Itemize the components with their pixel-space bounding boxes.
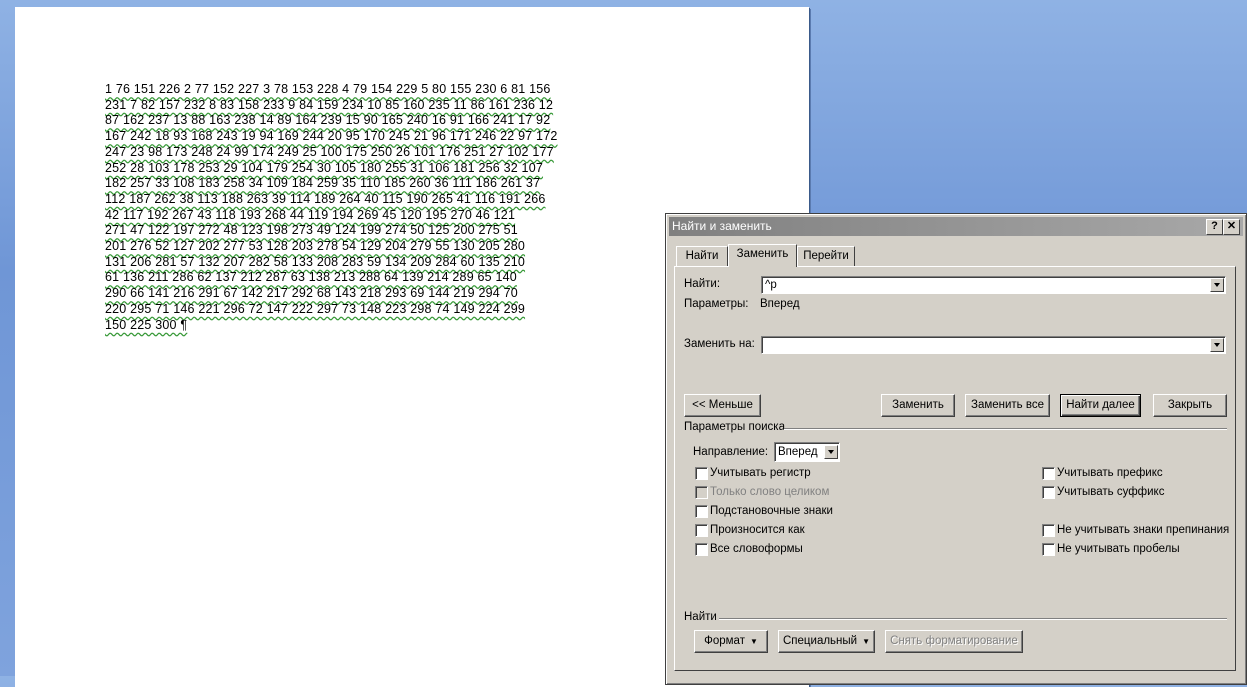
dropdown-arrow-icon: ▼: [749, 637, 758, 646]
tab-goto[interactable]: Перейти: [797, 246, 855, 267]
document-line[interactable]: 112 187 262 38 113 188 263 39 114 189 26…: [105, 192, 729, 208]
replace-input[interactable]: [761, 336, 1226, 354]
document-line[interactable]: 247 23 98 173 248 24 99 174 249 25 100 1…: [105, 145, 729, 161]
ignore-punctuation-checkbox[interactable]: [1042, 524, 1055, 537]
document-line-text: 131 206 281 57 132 207 282 58 133 208 28…: [105, 254, 526, 269]
direction-value: Вперед: [778, 446, 818, 458]
document-line[interactable]: 182 257 33 108 183 258 34 109 184 259 35…: [105, 176, 729, 192]
document-line[interactable]: 150 225 300 ¶: [105, 318, 729, 334]
replace-label: Заменить на:: [684, 338, 755, 350]
document-text[interactable]: 1 76 151 226 2 77 152 227 3 78 153 228 4…: [105, 82, 729, 333]
divider: [784, 428, 1227, 430]
params-label: Параметры:: [684, 298, 749, 310]
clear-formatting-button: Снять форматирование: [885, 630, 1023, 653]
document-line[interactable]: 231 7 82 157 232 8 83 158 233 9 84 159 2…: [105, 98, 729, 114]
document-line-text: 271 47 122 197 272 48 123 198 273 49 124…: [105, 223, 518, 238]
find-replace-dialog: Найти и заменить ? ✕ Найти Заменить Пере…: [665, 213, 1247, 685]
match-prefix-label[interactable]: Учитывать префикс: [1057, 467, 1163, 479]
sounds-like-label[interactable]: Произносится как: [710, 524, 805, 536]
chevron-down-icon[interactable]: [1210, 278, 1224, 292]
document-line-text: 231 7 82 157 232 8 83 158 233 9 84 159 2…: [105, 97, 554, 112]
document-line-text: 201 276 52 127 202 277 53 128 203 278 54…: [105, 239, 526, 254]
find-section-title: Найти: [684, 611, 717, 623]
match-case-checkbox[interactable]: [695, 467, 708, 480]
match-prefix-checkbox[interactable]: [1042, 467, 1055, 480]
document-line[interactable]: 1 76 151 226 2 77 152 227 3 78 153 228 4…: [105, 82, 729, 98]
match-suffix-checkbox[interactable]: [1042, 486, 1055, 499]
format-button[interactable]: Формат ▼: [694, 630, 768, 653]
less-button[interactable]: << Меньше: [684, 394, 761, 417]
special-button[interactable]: Специальный ▼: [778, 630, 875, 653]
ignore-whitespace-checkbox[interactable]: [1042, 543, 1055, 556]
document-line[interactable]: 87 162 237 13 88 163 238 14 89 164 239 1…: [105, 113, 729, 129]
close-button[interactable]: Закрыть: [1153, 394, 1227, 417]
word-forms-checkbox[interactable]: [695, 543, 708, 556]
ignore-whitespace-label[interactable]: Не учитывать пробелы: [1057, 543, 1180, 555]
document-line-text: 150 225 300 ¶: [105, 317, 188, 332]
find-input-value: ^p: [765, 279, 777, 291]
document-line-text: 112 187 262 38 113 188 263 39 114 189 26…: [105, 191, 546, 206]
tab-replace[interactable]: Заменить: [728, 244, 797, 267]
direction-label: Направление:: [693, 446, 769, 458]
dialog-title: Найти и заменить: [672, 219, 772, 233]
dropdown-arrow-icon: ▼: [862, 637, 870, 646]
chevron-down-icon[interactable]: [1210, 338, 1224, 352]
chevron-down-icon[interactable]: [824, 445, 838, 459]
special-label: Специальный: [783, 635, 858, 647]
document-line-text: 61 136 211 286 62 137 212 287 63 138 213…: [105, 270, 517, 285]
document-line-text: 42 117 192 267 43 118 193 268 44 119 194…: [105, 207, 516, 222]
ignore-punctuation-label[interactable]: Не учитывать знаки препинания: [1057, 524, 1229, 536]
document-line[interactable]: 42 117 192 267 43 118 193 268 44 119 194…: [105, 208, 729, 224]
whole-word-checkbox: [695, 486, 708, 499]
find-label: Найти:: [684, 278, 721, 290]
document-line[interactable]: 167 242 18 93 168 243 19 94 169 244 20 9…: [105, 129, 729, 145]
word-forms-label[interactable]: Все словоформы: [710, 543, 803, 555]
help-button[interactable]: ?: [1206, 219, 1223, 235]
direction-select[interactable]: Вперед: [774, 442, 840, 462]
divider: [719, 618, 1227, 620]
find-input[interactable]: ^p: [761, 276, 1226, 294]
sounds-like-checkbox[interactable]: [695, 524, 708, 537]
find-next-button[interactable]: Найти далее: [1060, 394, 1141, 417]
params-value: Вперед: [760, 298, 800, 310]
wildcards-label[interactable]: Подстановочные знаки: [710, 505, 833, 517]
document-line-text: 247 23 98 173 248 24 99 174 249 25 100 1…: [105, 144, 554, 159]
tab-find[interactable]: Найти: [676, 246, 728, 267]
document-line-text: 1 76 151 226 2 77 152 227 3 78 153 228 4…: [105, 82, 551, 96]
document-line[interactable]: 220 295 71 146 221 296 72 147 222 297 73…: [105, 302, 729, 318]
wildcards-checkbox[interactable]: [695, 505, 708, 518]
document-line[interactable]: 131 206 281 57 132 207 282 58 133 208 28…: [105, 255, 729, 271]
document-line-text: 167 242 18 93 168 243 19 94 169 244 20 9…: [105, 129, 558, 144]
replace-button[interactable]: Заменить: [881, 394, 955, 417]
document-line[interactable]: 201 276 52 127 202 277 53 128 203 278 54…: [105, 239, 729, 255]
document-line[interactable]: 61 136 211 286 62 137 212 287 63 138 213…: [105, 270, 729, 286]
document-line-text: 182 257 33 108 183 258 34 109 184 259 35…: [105, 176, 541, 191]
match-case-label[interactable]: Учитывать регистр: [710, 467, 811, 479]
search-params-title: Параметры поиска: [684, 421, 785, 433]
document-line-text: 87 162 237 13 88 163 238 14 89 164 239 1…: [105, 113, 551, 128]
document-line[interactable]: 271 47 122 197 272 48 123 198 273 49 124…: [105, 223, 729, 239]
replace-all-button[interactable]: Заменить все: [965, 394, 1050, 417]
dialog-titlebar[interactable]: Найти и заменить ? ✕: [669, 217, 1243, 236]
close-icon[interactable]: ✕: [1223, 219, 1240, 235]
document-line[interactable]: 252 28 103 178 253 29 104 179 254 30 105…: [105, 161, 729, 177]
format-label: Формат: [704, 635, 745, 647]
document-line-text: 220 295 71 146 221 296 72 147 222 297 73…: [105, 301, 526, 316]
document-line[interactable]: 290 66 141 216 291 67 142 217 292 68 143…: [105, 286, 729, 302]
document-line-text: 290 66 141 216 291 67 142 217 292 68 143…: [105, 286, 518, 301]
match-suffix-label[interactable]: Учитывать суффикс: [1057, 486, 1164, 498]
document-line-text: 252 28 103 178 253 29 104 179 254 30 105…: [105, 160, 544, 175]
whole-word-label: Только слово целиком: [710, 486, 830, 498]
